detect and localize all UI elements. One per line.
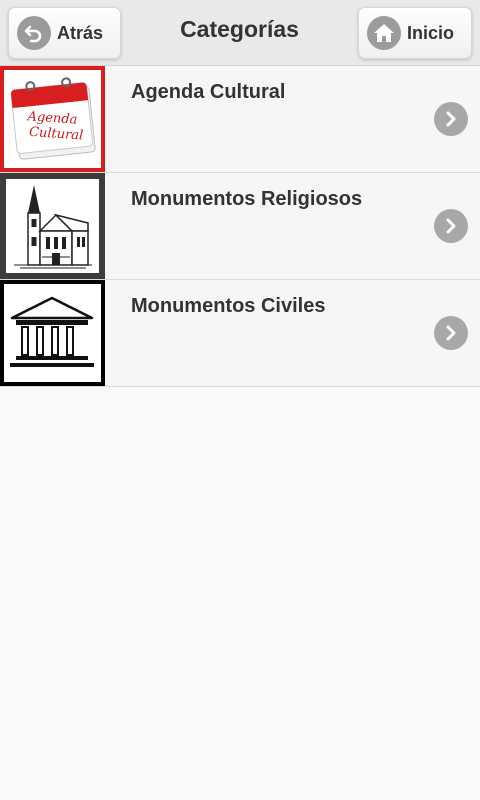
list-item-monumentos-religiosos[interactable]: Monumentos Religiosos xyxy=(0,173,480,280)
church-icon xyxy=(0,173,105,279)
list-item-label: Monumentos Religiosos xyxy=(131,188,363,210)
list-item-label: Agenda Cultural xyxy=(131,81,286,103)
home-icon xyxy=(367,16,401,50)
home-button[interactable]: Inicio xyxy=(358,7,472,59)
home-button-label: Inicio xyxy=(407,22,455,43)
columns-building-icon xyxy=(0,280,105,386)
list-item-monumentos-civiles[interactable]: Monumentos Civiles xyxy=(0,280,480,387)
header-bar: Atrás Categorías Inicio xyxy=(0,0,480,66)
chevron-right-icon xyxy=(434,102,468,136)
chevron-right-icon xyxy=(434,316,468,350)
list-item-label: Monumentos Civiles xyxy=(131,295,326,317)
back-button-label: Atrás xyxy=(57,22,104,43)
category-list: Agenda Cultural Agenda Cultural Monument… xyxy=(0,66,480,387)
list-item-agenda-cultural[interactable]: Agenda Cultural Agenda Cultural xyxy=(0,66,480,173)
calendar-icon: Agenda Cultural xyxy=(0,66,105,172)
back-arrow-icon xyxy=(17,16,51,50)
page-title: Categorías xyxy=(180,16,299,42)
chevron-right-icon xyxy=(434,209,468,243)
back-button[interactable]: Atrás xyxy=(8,7,121,59)
